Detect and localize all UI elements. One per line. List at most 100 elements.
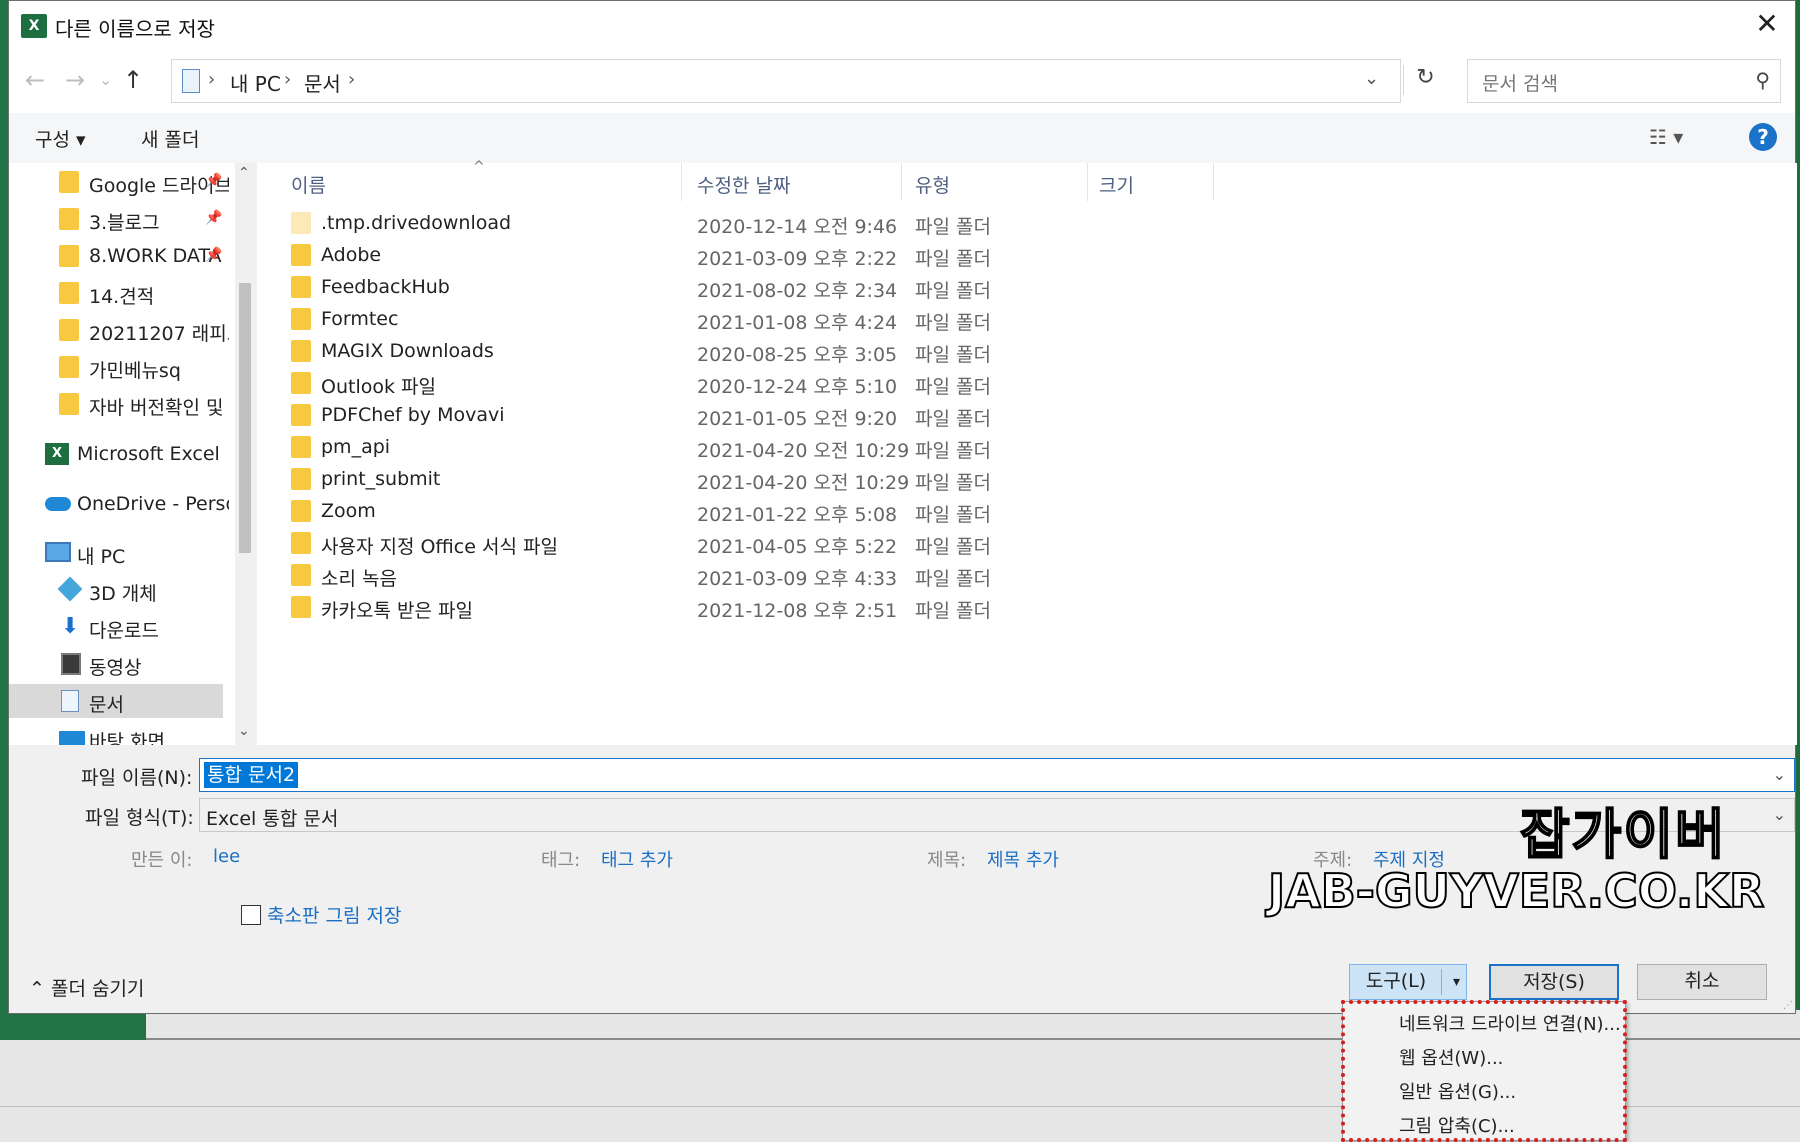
excel-app-icon: X xyxy=(21,14,47,38)
title-value[interactable]: 제목 추가 xyxy=(987,846,1059,872)
back-arrow-icon[interactable]: ← xyxy=(25,65,45,95)
file-type: 파일 폴더 xyxy=(915,600,991,622)
table-row[interactable]: Zoom 2021-01-22 오후 5:08 파일 폴더 xyxy=(257,495,1797,527)
table-row[interactable]: 카카오톡 받은 파일 2021-12-08 오후 2:51 파일 폴더 xyxy=(257,591,1797,623)
sidebar-item-onedrive[interactable]: OneDrive - Personal xyxy=(9,487,229,521)
sidebar-item-videos[interactable]: 동영상 xyxy=(9,647,229,681)
scroll-up-icon[interactable]: ⌃ xyxy=(238,165,250,181)
scroll-down-icon[interactable]: ⌄ xyxy=(238,723,250,739)
save-thumbnail-label[interactable]: 축소판 그림 저장 xyxy=(267,901,401,928)
menu-item-general-options[interactable]: 일반 옵션(G)... xyxy=(1399,1078,1516,1104)
new-folder-button[interactable]: 새 폴더 xyxy=(141,125,199,152)
table-row[interactable]: Formtec 2021-01-08 오후 4:24 파일 폴더 xyxy=(257,303,1797,335)
column-header-modified[interactable]: 수정한 날짜 xyxy=(697,171,790,198)
table-row[interactable]: PDFChef by Movavi 2021-01-05 오전 9:20 파일 … xyxy=(257,399,1797,431)
filename-field[interactable]: 통합 문서2 ⌄ xyxy=(199,758,1795,792)
column-divider[interactable] xyxy=(1087,163,1088,201)
help-icon[interactable]: ? xyxy=(1749,123,1777,151)
sidebar-item-blog[interactable]: 3.블로그 📌 xyxy=(9,202,229,236)
table-row[interactable]: print_submit 2021-04-20 오전 10:29 파일 폴더 xyxy=(257,463,1797,495)
folder-icon xyxy=(291,532,311,554)
split-divider xyxy=(1441,969,1442,995)
search-icon[interactable]: ⚲ xyxy=(1755,68,1770,92)
navigation-pane: Google 드라이브 📌 3.블로그 📌 8.WORK DATA 📌 14.견… xyxy=(9,163,237,745)
resize-grip-icon[interactable]: ⋰ xyxy=(1783,1000,1793,1011)
file-name: 사용자 지정 Office 서식 파일 xyxy=(321,536,558,558)
file-modified: 2021-12-08 오후 2:51 xyxy=(697,600,898,622)
column-divider[interactable] xyxy=(1213,163,1214,201)
sidebar-item-20211207[interactable]: 20211207 래피드 xyxy=(9,313,229,347)
column-divider[interactable] xyxy=(901,163,902,201)
sidebar-item-label: 8.WORK DATA xyxy=(89,245,222,267)
file-type: 파일 폴더 xyxy=(915,568,991,590)
column-divider[interactable] xyxy=(681,163,682,201)
filename-value[interactable]: 통합 문서2 xyxy=(204,762,299,788)
sidebar-item-this-pc[interactable]: 내 PC xyxy=(9,536,229,570)
cancel-button[interactable]: 취소 xyxy=(1637,964,1767,1000)
file-modified: 2021-03-09 오후 2:22 xyxy=(697,248,898,270)
forward-arrow-icon[interactable]: → xyxy=(65,65,85,95)
navigation-scrollbar[interactable]: ⌃ ⌄ xyxy=(235,163,255,745)
sidebar-item-3d-objects[interactable]: 3D 개체 xyxy=(9,573,229,607)
sidebar-item-java[interactable]: 자바 버전확인 및 xyxy=(9,387,229,421)
sidebar-item-downloads[interactable]: ⬇ 다운로드 xyxy=(9,610,229,644)
tags-label: 태그: xyxy=(541,850,581,871)
column-header-name[interactable]: 이름 xyxy=(291,171,326,198)
sidebar-item-work-data[interactable]: 8.WORK DATA 📌 xyxy=(9,239,229,273)
sidebar-item-garmin[interactable]: 가민베뉴sq xyxy=(9,350,229,384)
tags-value[interactable]: 태그 추가 xyxy=(601,846,673,872)
table-row[interactable]: 소리 녹음 2021-03-09 오후 4:33 파일 폴더 xyxy=(257,559,1797,591)
author-value[interactable]: lee xyxy=(213,846,240,867)
hide-folders-button[interactable]: ⌃ 폴더 숨기기 xyxy=(29,974,144,1001)
column-header-size[interactable]: 크기 xyxy=(1099,171,1134,198)
sidebar-item-documents[interactable]: 문서 xyxy=(9,684,223,718)
table-row[interactable]: Outlook 파일 2020-12-24 오후 5:10 파일 폴더 xyxy=(257,367,1797,399)
up-arrow-icon[interactable]: ↑ xyxy=(123,65,143,95)
computer-icon xyxy=(45,542,71,562)
table-row[interactable]: .tmp.drivedownload 2020-12-14 오전 9:46 파일… xyxy=(257,207,1797,239)
table-row[interactable]: Adobe 2021-03-09 오후 2:22 파일 폴더 xyxy=(257,239,1797,271)
tools-button-label: 도구(L) xyxy=(1365,970,1427,992)
recent-locations-icon[interactable]: ⌄ xyxy=(99,65,112,95)
title-bar: X 다른 이름으로 저장 ✕ xyxy=(9,1,1795,51)
sidebar-item-label: 문서 xyxy=(89,694,124,716)
caret-down-icon[interactable]: ▾ xyxy=(1453,966,1460,998)
folder-icon xyxy=(59,356,79,378)
close-button[interactable]: ✕ xyxy=(1749,7,1785,43)
menu-item-map-network-drive[interactable]: 네트워크 드라이브 연결(N)... xyxy=(1399,1010,1621,1036)
sidebar-item-google-drive[interactable]: Google 드라이브 📌 xyxy=(9,165,229,199)
breadcrumb-documents[interactable]: 문서 xyxy=(304,68,341,97)
folder-icon xyxy=(291,436,311,458)
save-thumbnail-checkbox[interactable] xyxy=(241,905,261,925)
sidebar-item-excel[interactable]: X Microsoft Excel xyxy=(9,437,229,471)
sidebar-item-label: 가민베뉴sq xyxy=(89,360,181,382)
address-bar[interactable]: › 내 PC › 문서 › ⌄ xyxy=(171,59,1401,103)
sidebar-item-estimate[interactable]: 14.견적 xyxy=(9,276,229,310)
search-box[interactable]: 문서 검색 ⚲ xyxy=(1467,59,1781,103)
file-name: MAGIX Downloads xyxy=(321,340,494,362)
sidebar-item-desktop[interactable]: 바탕 화면 xyxy=(9,721,229,745)
column-header-type[interactable]: 유형 xyxy=(915,171,950,198)
save-button[interactable]: 저장(S) xyxy=(1489,964,1619,1000)
chevron-down-icon[interactable]: ⌄ xyxy=(1773,765,1786,784)
breadcrumb-this-pc[interactable]: 내 PC xyxy=(230,68,281,97)
organize-button[interactable]: 구성 ▾ xyxy=(35,125,86,152)
chevron-down-icon[interactable]: ⌄ xyxy=(1773,805,1786,824)
refresh-icon[interactable]: ↻ xyxy=(1403,65,1447,95)
table-row[interactable]: 사용자 지정 Office 서식 파일 2021-04-05 오후 5:22 파… xyxy=(257,527,1797,559)
table-row[interactable]: pm_api 2021-04-20 오전 10:29 파일 폴더 xyxy=(257,431,1797,463)
view-options-icon[interactable]: ☷ ▾ xyxy=(1649,125,1683,149)
file-type: 파일 폴더 xyxy=(915,312,991,334)
breadcrumb-separator: › xyxy=(208,69,216,90)
sidebar-item-label: 14.견적 xyxy=(89,286,155,308)
folder-icon xyxy=(291,340,311,362)
search-input[interactable]: 문서 검색 xyxy=(1482,69,1558,96)
author-label: 만든 이: xyxy=(131,850,193,871)
menu-item-compress-pictures[interactable]: 그림 압축(C)... xyxy=(1399,1112,1515,1138)
table-row[interactable]: FeedbackHub 2021-08-02 오후 2:34 파일 폴더 xyxy=(257,271,1797,303)
scrollbar-thumb[interactable] xyxy=(239,283,251,553)
tools-button[interactable]: 도구(L) ▾ xyxy=(1349,964,1467,1000)
chevron-down-icon[interactable]: ⌄ xyxy=(1364,68,1379,89)
menu-item-web-options[interactable]: 웹 옵션(W)... xyxy=(1399,1044,1503,1070)
table-row[interactable]: MAGIX Downloads 2020-08-25 오후 3:05 파일 폴더 xyxy=(257,335,1797,367)
